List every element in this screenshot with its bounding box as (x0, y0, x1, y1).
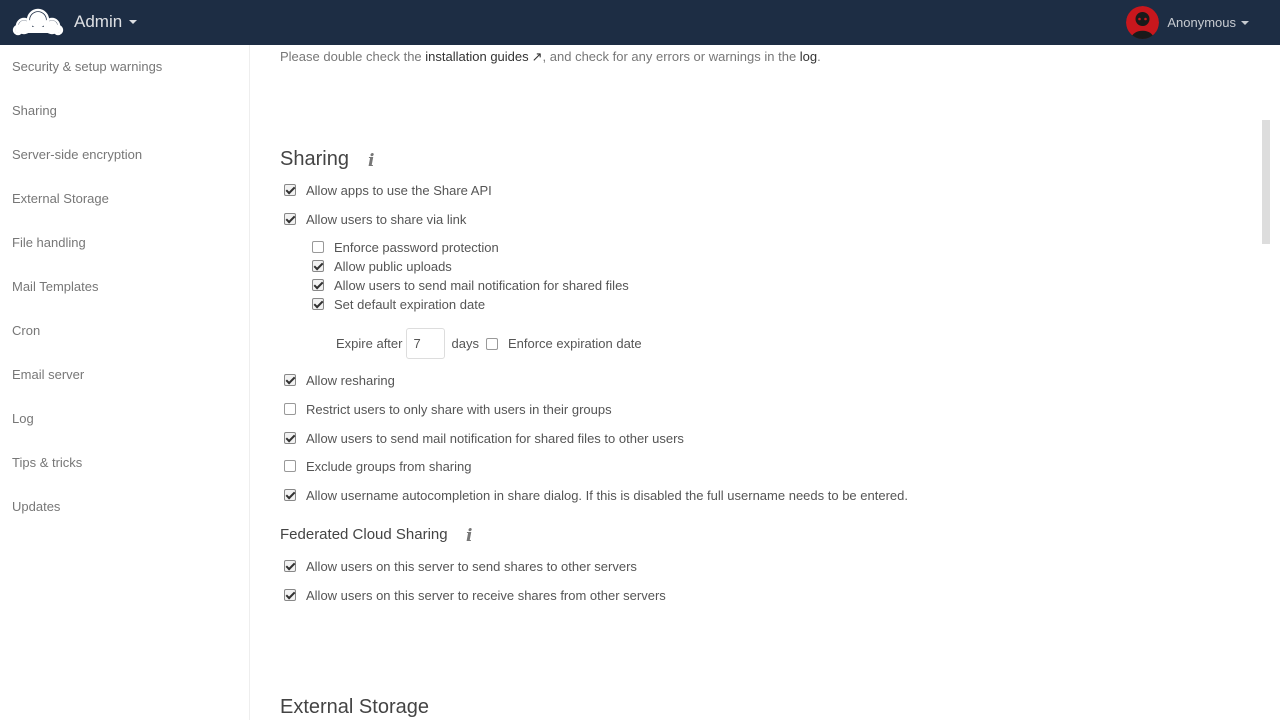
option-mail-notification[interactable]: Allow users to send mail notification fo… (312, 277, 629, 293)
option-exclude-groups[interactable]: Exclude groups from sharing (284, 458, 471, 474)
sidebar-item-log[interactable]: Log (0, 397, 249, 441)
option-public-uploads[interactable]: Allow public uploads (312, 258, 452, 274)
mail-notification-checkbox[interactable] (312, 279, 324, 291)
setup-notice: Please double check the installation gui… (280, 49, 821, 65)
sidebar-item-cron[interactable]: Cron (0, 309, 249, 353)
option-share-link[interactable]: Allow users to share via link (284, 211, 466, 227)
notice-text-middle: , and check for any errors or warnings i… (542, 49, 800, 64)
mail-notification-other-checkbox[interactable] (284, 432, 296, 444)
federated-section-title: Federated Cloud Sharing (280, 526, 448, 543)
admin-sidebar: Security & setup warnings Sharing Server… (0, 45, 250, 720)
share-api-checkbox[interactable] (284, 184, 296, 196)
avatar (1126, 6, 1160, 39)
app-name: Admin (74, 12, 123, 31)
federated-receive-checkbox[interactable] (284, 589, 296, 601)
enforce-expiration-label: Enforce expiration date (507, 336, 642, 351)
app-menu-toggle[interactable]: Admin (74, 12, 138, 32)
public-uploads-label: Allow public uploads (334, 258, 452, 274)
log-link[interactable]: log (800, 49, 817, 64)
default-expiration-label: Set default expiration date (334, 296, 486, 312)
exclude-groups-checkbox[interactable] (284, 460, 296, 472)
notice-text: Please double check the (280, 49, 426, 64)
caret-down-icon (129, 20, 138, 24)
autocomplete-checkbox[interactable] (284, 489, 296, 501)
sidebar-item-external-storage[interactable]: External Storage (0, 177, 249, 221)
federated-send-label: Allow users on this server to send share… (306, 558, 637, 574)
top-header: Admin Anonymous (0, 0, 1280, 45)
default-expiration-checkbox[interactable] (312, 298, 324, 310)
owncloud-logo-icon[interactable] (12, 7, 64, 37)
main-content: Please double check the installation gui… (250, 45, 1270, 720)
expire-row: Expire after days Enforce expiration dat… (336, 328, 642, 359)
mail-notification-label: Allow users to send mail notification fo… (334, 277, 629, 293)
enforce-password-checkbox[interactable] (312, 241, 324, 253)
notice-text-suffix: . (817, 49, 821, 64)
option-enforce-expiration[interactable]: Enforce expiration date (479, 336, 642, 351)
sidebar-item-file-handling[interactable]: File handling (0, 221, 249, 265)
expire-prefix-label: Expire after (336, 336, 403, 351)
option-enforce-password[interactable]: Enforce password protection (312, 239, 499, 255)
mail-notification-other-label: Allow users to send mail notification fo… (306, 430, 684, 446)
sidebar-item-sharing[interactable]: Sharing (0, 89, 249, 133)
option-resharing[interactable]: Allow resharing (284, 372, 395, 388)
external-storage-section-title: External Storage (280, 696, 429, 718)
enforce-password-label: Enforce password protection (334, 239, 499, 255)
share-link-checkbox[interactable] (284, 213, 296, 225)
option-autocomplete[interactable]: Allow username autocompletion in share d… (284, 487, 908, 503)
share-api-label: Allow apps to use the Share API (306, 182, 492, 198)
restrict-groups-label: Restrict users to only share with users … (306, 401, 612, 417)
federated-receive-label: Allow users on this server to receive sh… (306, 587, 666, 603)
caret-down-icon (1241, 20, 1249, 25)
expire-days-input[interactable] (406, 328, 446, 359)
sidebar-item-encryption[interactable]: Server-side encryption (0, 133, 249, 177)
installation-guides-label: installation guides (425, 49, 529, 64)
option-share-api[interactable]: Allow apps to use the Share API (284, 182, 492, 198)
sidebar-item-email-server[interactable]: Email server (0, 353, 249, 397)
installation-guides-link[interactable]: installation guides ↗ (425, 49, 542, 64)
info-icon[interactable]: i (368, 151, 374, 171)
sharing-section-title: Sharing (280, 148, 349, 170)
federated-send-checkbox[interactable] (284, 560, 296, 572)
exclude-groups-label: Exclude groups from sharing (306, 458, 472, 474)
option-federated-receive[interactable]: Allow users on this server to receive sh… (284, 587, 666, 603)
sidebar-item-security[interactable]: Security & setup warnings (0, 45, 249, 89)
sidebar-item-mail-templates[interactable]: Mail Templates (0, 265, 249, 309)
external-link-icon: ↗ (531, 49, 543, 64)
info-icon[interactable]: i (466, 526, 472, 546)
option-federated-send[interactable]: Allow users on this server to send share… (284, 558, 637, 574)
option-default-expiration[interactable]: Set default expiration date (312, 296, 485, 312)
scrollbar-thumb[interactable] (1262, 120, 1270, 244)
autocomplete-label: Allow username autocompletion in share d… (306, 487, 908, 503)
sidebar-item-tips[interactable]: Tips & tricks (0, 441, 249, 485)
option-restrict-groups[interactable]: Restrict users to only share with users … (284, 401, 612, 417)
user-menu-toggle[interactable]: Anonymous (1126, 6, 1249, 39)
enforce-expiration-checkbox[interactable] (485, 337, 498, 350)
sidebar-item-updates[interactable]: Updates (0, 485, 249, 529)
user-name: Anonymous (1167, 15, 1236, 30)
resharing-checkbox[interactable] (284, 374, 296, 386)
public-uploads-checkbox[interactable] (312, 260, 324, 272)
option-mail-notification-other[interactable]: Allow users to send mail notification fo… (284, 430, 684, 446)
restrict-groups-checkbox[interactable] (284, 403, 296, 415)
resharing-label: Allow resharing (306, 372, 395, 388)
share-link-label: Allow users to share via link (306, 211, 467, 227)
expire-suffix-label: days (451, 336, 479, 351)
